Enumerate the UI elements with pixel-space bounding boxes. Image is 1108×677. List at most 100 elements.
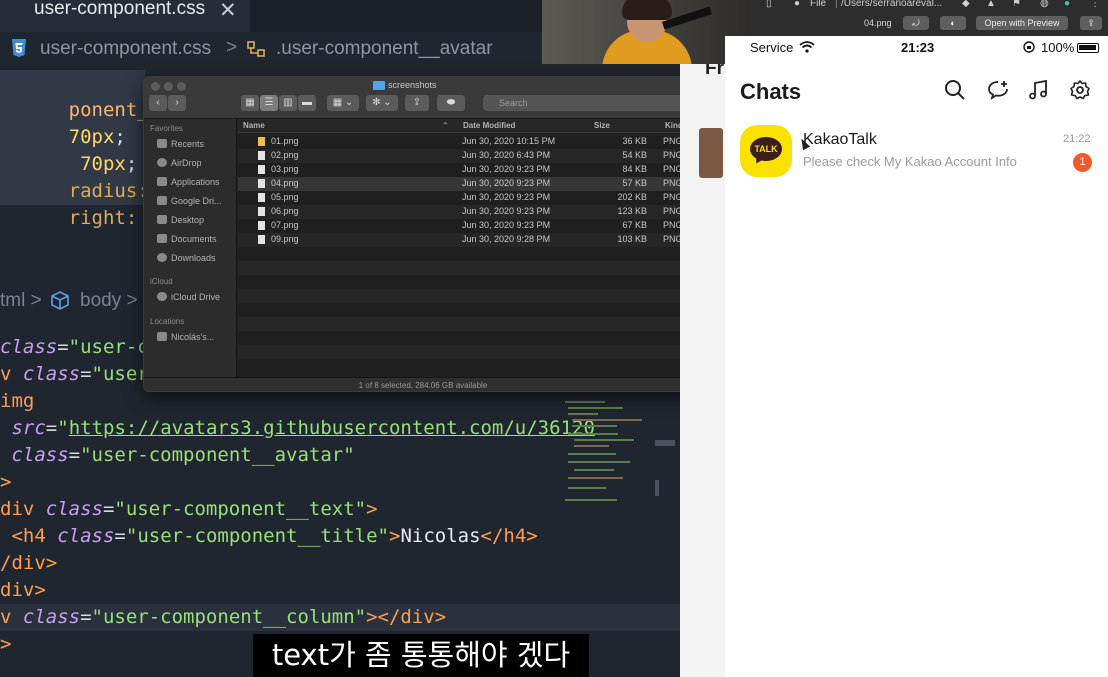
orientation-lock-icon: [1023, 41, 1035, 53]
column-header-date[interactable]: Date Modified: [463, 121, 515, 130]
column-view-button[interactable]: ▥: [279, 95, 297, 111]
search-input[interactable]: Search: [483, 95, 695, 111]
file-row[interactable]: 01.png Jun 30, 2020 10:15 PM 36 KB PNG i…: [238, 135, 700, 149]
video-subtitle: text가 좀 통통해야 겠다: [253, 634, 589, 677]
sidebar-item-applications[interactable]: Applications: [157, 177, 220, 187]
menu-file[interactable]: File: [810, 0, 826, 9]
list-view-button[interactable]: ☰: [260, 95, 278, 111]
close-window-button[interactable]: [151, 82, 160, 91]
wifi-icon: [799, 41, 815, 53]
sidebar-item-recents[interactable]: Recents: [157, 139, 204, 149]
file-row-selected[interactable]: 04.png Jun 30, 2020 9:23 PM 57 KB PNG im…: [238, 177, 700, 191]
html-line: v class="user-component__column"></div>: [0, 606, 447, 628]
html-line: img: [0, 390, 35, 412]
html-line: <h4 class="user-component__title">Nicola…: [11, 525, 538, 547]
folder-icon: [157, 196, 167, 205]
battery-percent: 100%: [1041, 40, 1075, 55]
sidebar-item-downloads[interactable]: Downloads: [157, 253, 216, 263]
html-breadcrumb-body[interactable]: body >: [80, 290, 138, 312]
html-code[interactable]: class="user-co v class="user- img src="h…: [0, 0, 595, 655]
sidebar-item-documents[interactable]: Documents: [157, 234, 217, 244]
bookmark-icon[interactable]: ▯: [766, 0, 772, 9]
file-row[interactable]: 06.png Jun 30, 2020 9:23 PM 123 KB PNG i…: [238, 205, 700, 219]
file-icon: [258, 179, 265, 188]
file-row[interactable]: 02.png Jun 30, 2020 6:43 PM 54 KB PNG im…: [238, 149, 700, 163]
profile-icon[interactable]: ●: [1064, 0, 1070, 9]
chat-list-item[interactable]: TALK KakaoTalk Please check My Kakao Acc…: [725, 122, 1108, 182]
more-icon[interactable]: ⋮: [1090, 0, 1100, 9]
extension-icon[interactable]: ◍: [1040, 0, 1049, 9]
column-header-name[interactable]: Name: [243, 121, 265, 130]
open-with-preview-button[interactable]: Open with Preview: [976, 16, 1068, 30]
sidebar-item-label: Documents: [171, 234, 217, 244]
html-line: div class="user-component__text">: [0, 498, 378, 520]
zoom-window-button[interactable]: [177, 82, 186, 91]
sidebar-item-desktop[interactable]: Desktop: [157, 215, 204, 225]
file-icon: [258, 193, 265, 202]
file-list-header: Name ⌃ Date Modified Size Kind: [238, 119, 700, 133]
airdrop-icon: [157, 158, 167, 167]
new-chat-icon[interactable]: [987, 79, 1009, 101]
file-list[interactable]: Name ⌃ Date Modified Size Kind 01.png Ju…: [238, 119, 700, 377]
markup-button[interactable]: ◐: [940, 16, 966, 30]
sidebar-item-icloud-drive[interactable]: iCloud Drive: [157, 292, 220, 302]
action-gear-icon[interactable]: ✻ ⌄: [366, 95, 398, 111]
alert-icon[interactable]: ▲: [986, 0, 996, 9]
chat-time: 21:22: [1063, 133, 1091, 145]
search-icon[interactable]: [944, 79, 966, 101]
empty-row: [238, 345, 700, 359]
file-date: Jun 30, 2020 9:23 PM: [462, 220, 551, 230]
sidebar-item-google-drive[interactable]: Google Dri...: [157, 196, 222, 206]
finder-titlebar[interactable]: screenshots ‹ › ▦ ☰ ▥ ▬ ▦ ⌄ ✻ ⌄ ⇪ ⬬ Sear…: [144, 77, 700, 119]
finder-window[interactable]: screenshots ‹ › ▦ ☰ ▥ ▬ ▦ ⌄ ✻ ⌄ ⇪ ⬬ Sear…: [143, 76, 701, 392]
computer-icon: [157, 332, 167, 341]
sidebar-item-airdrop[interactable]: AirDrop: [157, 158, 202, 168]
unread-badge: 1: [1073, 153, 1092, 172]
html-line: class="user-component__avatar": [11, 444, 355, 466]
desktop-icon: [157, 215, 167, 224]
file-size: 202 KB: [617, 192, 647, 202]
menu-path[interactable]: /Users/serranoareval...: [841, 0, 942, 9]
gear-icon[interactable]: [1069, 79, 1091, 101]
minimize-window-button[interactable]: [164, 82, 173, 91]
close-tab-icon[interactable]: ✕: [219, 0, 237, 23]
sort-chevron-icon[interactable]: ⌃: [442, 121, 449, 130]
file-row[interactable]: 05.png Jun 30, 2020 9:23 PM 202 KB PNG i…: [238, 191, 700, 205]
applications-icon: [157, 177, 167, 186]
empty-row: [238, 331, 700, 345]
minimap[interactable]: [560, 395, 660, 515]
column-header-size[interactable]: Size: [594, 121, 610, 130]
file-row[interactable]: 03.png Jun 30, 2020 9:23 PM 84 KB PNG im…: [238, 163, 700, 177]
flag-icon[interactable]: ⚑: [1012, 0, 1021, 9]
finder-status-bar: 1 of 8 selected, 284.06 GB available: [144, 377, 700, 391]
file-icon: [258, 151, 265, 160]
file-row[interactable]: 09.png Jun 30, 2020 9:28 PM 103 KB PNG i…: [238, 233, 700, 247]
shield-icon[interactable]: ◆: [962, 0, 970, 9]
gallery-view-button[interactable]: ▬: [298, 95, 316, 111]
background-window: [680, 0, 725, 677]
info-icon[interactable]: ●: [794, 0, 800, 9]
cloud-icon: [157, 292, 167, 301]
music-icon[interactable]: [1027, 79, 1049, 101]
sidebar-item-label: Desktop: [171, 215, 205, 225]
share-button[interactable]: ⇪: [1080, 16, 1102, 30]
sidebar-item-computer[interactable]: Nicolás's...: [157, 332, 214, 342]
page-title: Chats: [740, 79, 802, 104]
file-name: 04.png: [271, 178, 299, 188]
scrollbar-marker: [655, 480, 659, 496]
sidebar-item-label: iCloud Drive: [171, 292, 221, 302]
breadcrumb-selector[interactable]: .user-component__avatar: [276, 38, 493, 60]
file-row[interactable]: 07.png Jun 30, 2020 9:23 PM 67 KB PNG im…: [238, 219, 700, 233]
forward-button[interactable]: ›: [168, 95, 186, 111]
scrollbar-thumb[interactable]: [655, 440, 675, 446]
rotate-button[interactable]: ⤾: [903, 16, 929, 30]
file-icon: [258, 221, 265, 230]
share-icon[interactable]: ⇪: [405, 95, 429, 111]
tag-icon[interactable]: ⬬: [437, 95, 465, 111]
breadcrumb-file[interactable]: user-component.css: [40, 38, 211, 60]
file-name: 02.png: [271, 150, 299, 160]
back-button[interactable]: ‹: [149, 95, 167, 111]
group-button[interactable]: ▦ ⌄: [327, 95, 359, 111]
icon-view-button[interactable]: ▦: [241, 95, 259, 111]
sidebar-item-label: Applications: [171, 177, 220, 187]
